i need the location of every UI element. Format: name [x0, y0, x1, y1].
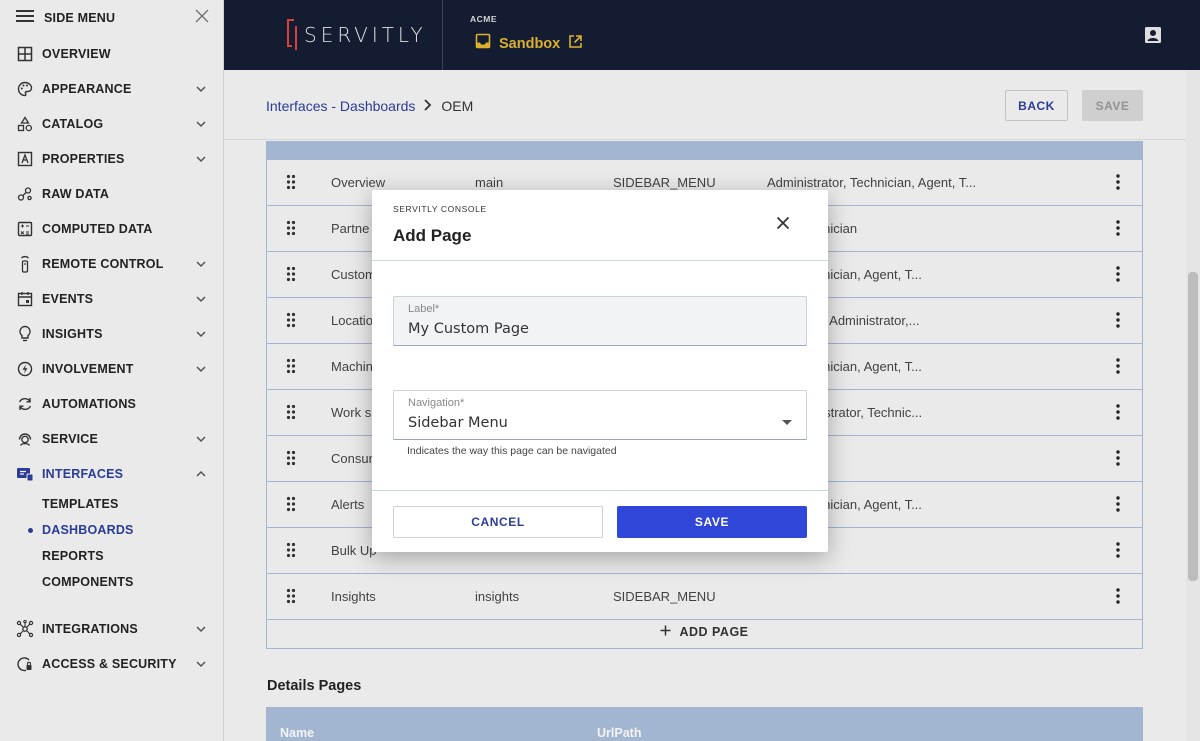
- dialog-eyebrow: SERVITLY CONSOLE: [393, 204, 487, 214]
- label-input[interactable]: Label* My Custom Page: [393, 296, 807, 346]
- dialog-title: Add Page: [393, 226, 472, 245]
- close-icon[interactable]: [776, 216, 790, 235]
- navigation-select-label: Navigation*: [408, 397, 465, 409]
- cancel-button[interactable]: CANCEL: [393, 506, 603, 538]
- dialog-divider: [372, 260, 828, 261]
- dialog-footer-divider: [372, 490, 828, 491]
- navigation-select-value: Sidebar Menu: [408, 415, 508, 431]
- label-input-value: My Custom Page: [408, 321, 529, 337]
- label-input-label: Label*: [408, 303, 440, 315]
- save-button[interactable]: SAVE: [617, 506, 807, 538]
- add-page-dialog: SERVITLY CONSOLE Add Page Label* My Cust…: [372, 190, 828, 552]
- navigation-hint: Indicates the way this page can be navig…: [407, 445, 617, 457]
- dropdown-arrow-icon: [782, 413, 792, 431]
- navigation-select[interactable]: Navigation* Sidebar Menu: [393, 390, 807, 440]
